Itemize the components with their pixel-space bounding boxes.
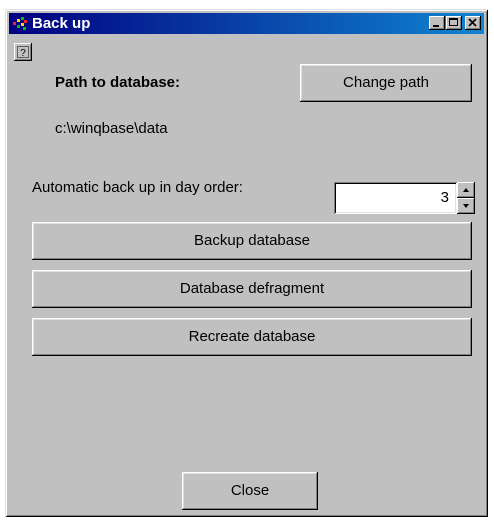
recreate-database-button[interactable]: Recreate database <box>32 318 472 356</box>
maximize-icon[interactable] <box>446 16 462 30</box>
title-bar[interactable]: Back up <box>9 13 484 34</box>
auto-backup-input[interactable]: 3 <box>334 182 457 214</box>
path-value: c:\winqbase\data <box>55 120 168 137</box>
path-label: Path to database: <box>55 74 181 91</box>
database-defragment-button[interactable]: Database defragment <box>32 270 472 308</box>
backup-dialog: Back up ? Path to database: Change path … <box>5 9 488 517</box>
backup-database-button[interactable]: Backup database <box>32 222 472 260</box>
arrow-down-icon[interactable] <box>457 198 475 214</box>
help-label: ? <box>20 48 26 59</box>
change-path-button[interactable]: Change path <box>300 64 472 102</box>
app-icon <box>12 16 28 31</box>
minimize-icon[interactable] <box>429 16 445 30</box>
arrow-up-icon[interactable] <box>457 182 475 198</box>
close-button[interactable]: Close <box>182 472 318 510</box>
auto-backup-value: 3 <box>440 189 449 206</box>
help-icon[interactable]: ? <box>14 43 32 61</box>
auto-backup-stepper[interactable] <box>457 182 475 214</box>
window-title: Back up <box>32 15 91 32</box>
auto-backup-label: Automatic back up in day order: <box>32 179 243 196</box>
close-icon[interactable] <box>465 16 481 30</box>
